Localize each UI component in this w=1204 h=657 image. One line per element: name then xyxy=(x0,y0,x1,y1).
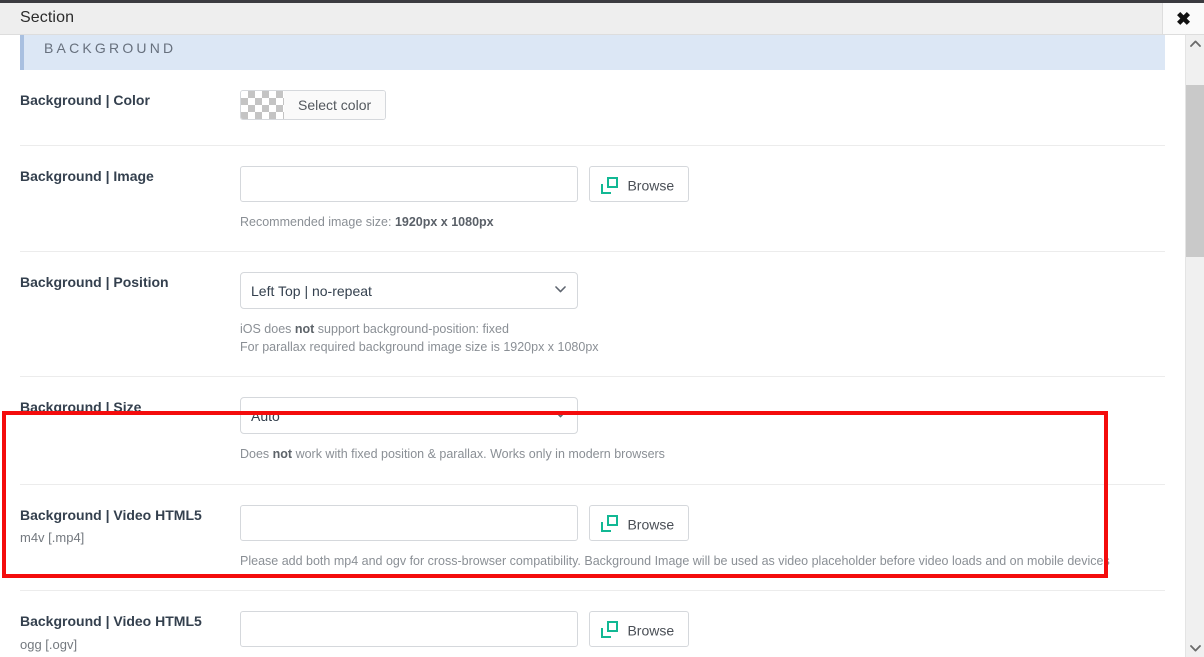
hint-background-image: Recommended image size: 1920px x 1080px xyxy=(240,213,1165,231)
scrollbar-thumb[interactable] xyxy=(1186,85,1204,257)
field-control-background-video-mp4: Browse Please add both mp4 and ogv for c… xyxy=(240,504,1165,570)
field-sublabel-video-mp4: m4v [.mp4] xyxy=(20,530,85,546)
copy-icon xyxy=(601,621,619,639)
scroll-up-icon[interactable] xyxy=(1186,35,1204,53)
background-image-input[interactable] xyxy=(240,166,578,202)
hint-size-b: not xyxy=(272,447,293,462)
page-title: Section xyxy=(20,9,75,26)
field-sublabel-video-ogv: ogg [.ogv] xyxy=(20,636,78,652)
select-color-button[interactable]: Select color xyxy=(240,90,387,120)
hint-background-image-value: 1920px x 1080px xyxy=(394,215,494,229)
browse-background-video-ogv-button[interactable]: Browse xyxy=(589,610,690,647)
modal-header: Section ✖ xyxy=(0,3,1204,35)
browse-button-label: Browse xyxy=(627,621,675,638)
hint-background-video-mp4: Please add both mp4 and ogv for cross-br… xyxy=(240,553,1110,568)
field-control-background-color: Select color xyxy=(240,90,1165,125)
close-icon[interactable]: ✖ xyxy=(1163,3,1204,34)
field-label-background-image: Background | Image xyxy=(20,168,154,184)
field-control-background-position: Left Top | no-repeat iOS does not suppor… xyxy=(240,272,1165,356)
hint-position-line2: For parallax required background image s… xyxy=(240,340,599,355)
select-color-label: Select color xyxy=(284,91,386,119)
field-label-background-position: Background | Position xyxy=(20,274,169,291)
section-header-background-label: BACKGROUND xyxy=(44,40,177,56)
browse-background-video-mp4-button[interactable]: Browse xyxy=(589,504,690,541)
field-row-background-image: Background | Image Browse Recommended im… xyxy=(20,146,1165,253)
close-button[interactable]: ✖ xyxy=(1162,3,1204,34)
background-size-select[interactable]: Auto xyxy=(240,397,578,435)
field-label-background-video-mp4: Background | Video HTML5 m4v [.mp4] xyxy=(20,506,230,547)
field-row-background-color: Background | Color Select color xyxy=(20,70,1165,146)
field-label-video-ogv-text: Background | Video HTML5 xyxy=(20,612,202,629)
background-size-select-wrap: Auto xyxy=(240,397,578,435)
hint-position-line1-c: support background-position: fixed xyxy=(314,322,509,337)
vertical-scrollbar[interactable] xyxy=(1185,35,1204,657)
field-control-background-size: Auto Does not work with fixed position &… xyxy=(240,397,1165,463)
field-control-background-image: Browse Recommended image size: 1920px x … xyxy=(240,166,1165,231)
field-control-background-video-ogv: Browse xyxy=(240,610,1165,647)
field-row-background-video-ogv: Background | Video HTML5 ogg [.ogv] Brow… xyxy=(20,591,1165,657)
field-row-background-size: Background | Size Auto Does not work wit… xyxy=(20,377,1165,485)
hint-size-a: Does xyxy=(240,447,273,462)
field-label-video-mp4-text: Background | Video HTML5 xyxy=(20,506,202,523)
color-swatch-transparent xyxy=(241,91,284,119)
background-video-mp4-input[interactable] xyxy=(240,504,578,541)
background-position-select[interactable]: Left Top | no-repeat xyxy=(240,272,578,310)
field-label-background-color: Background | Color xyxy=(20,92,150,108)
field-label-background-video-ogv: Background | Video HTML5 ogg [.ogv] xyxy=(20,612,230,653)
hint-background-image-prefix: Recommended image size: xyxy=(240,215,395,229)
background-position-select-wrap: Left Top | no-repeat xyxy=(240,272,578,310)
browse-background-image-button[interactable]: Browse xyxy=(589,166,690,202)
section-header-background: BACKGROUND xyxy=(20,35,1165,70)
background-video-ogv-input[interactable] xyxy=(240,610,578,647)
field-row-background-position: Background | Position Left Top | no-repe… xyxy=(20,252,1165,378)
browse-button-label: Browse xyxy=(627,515,675,532)
settings-scroll-area: BACKGROUND Background | Color Select col… xyxy=(0,35,1185,657)
hint-position-line1-a: iOS does xyxy=(240,322,295,337)
browse-button-label: Browse xyxy=(627,177,675,194)
scroll-down-icon[interactable] xyxy=(1186,639,1204,657)
hint-position-line1-b: not xyxy=(294,322,315,337)
hint-background-size: Does not work with fixed position & para… xyxy=(240,445,1165,463)
hint-background-position: iOS does not support background-position… xyxy=(240,320,1165,356)
field-row-background-video-mp4: Background | Video HTML5 m4v [.mp4] Brow… xyxy=(20,485,1165,591)
copy-icon xyxy=(601,176,619,194)
hint-size-c: work with fixed position & parallax. Wor… xyxy=(292,447,665,462)
copy-icon xyxy=(601,515,619,533)
field-label-background-size: Background | Size xyxy=(20,399,142,416)
